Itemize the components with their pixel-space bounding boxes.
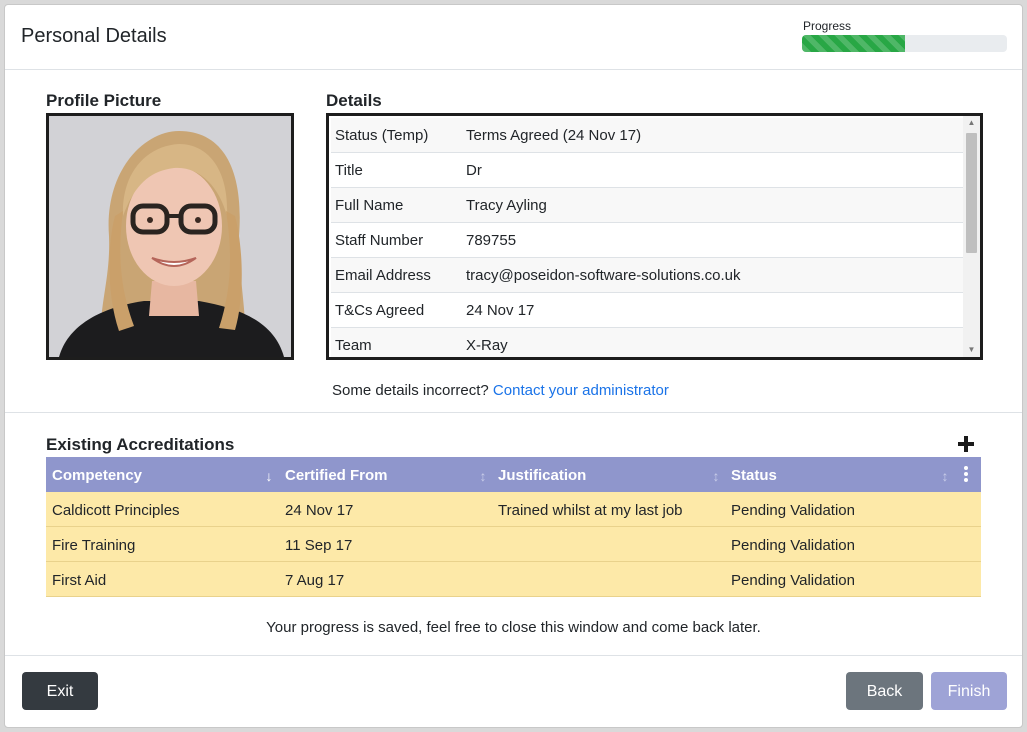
progress-label: Progress: [803, 19, 852, 33]
table-row[interactable]: First Aid 7 Aug 17 Pending Validation: [46, 562, 981, 597]
details-row: T&Cs Agreed 24 Nov 17: [331, 293, 963, 328]
plus-icon[interactable]: [955, 433, 977, 455]
dialog-header: Personal Details Progress: [5, 5, 1022, 70]
sort-icon[interactable]: ↕: [710, 457, 722, 492]
details-row: Full Name Tracy Ayling: [331, 188, 963, 223]
details-value: 789755: [466, 232, 517, 249]
column-header-competency[interactable]: Competency: [52, 457, 142, 492]
cell-competency: Caldicott Principles: [52, 502, 180, 519]
details-label: Staff Number: [335, 232, 424, 249]
contact-administrator-link[interactable]: Contact your administrator: [493, 382, 669, 399]
details-label: Full Name: [335, 197, 404, 214]
column-header-certified-from[interactable]: Certified From: [285, 457, 388, 492]
details-value: Dr: [466, 162, 482, 179]
details-value: Tracy Ayling: [466, 197, 547, 214]
progress-bar-fill: [802, 35, 905, 52]
cell-competency: Fire Training: [52, 537, 136, 554]
scrollbar-thumb[interactable]: [966, 133, 977, 253]
sort-icon[interactable]: ↕: [939, 457, 951, 492]
details-row: Status (Temp) Terms Agreed (24 Nov 17): [331, 118, 963, 153]
scroll-down-arrow-icon[interactable]: ▼: [963, 343, 980, 357]
details-label: Team: [335, 337, 372, 354]
page-title: Personal Details: [21, 25, 167, 47]
details-row: Staff Number 789755: [331, 223, 963, 258]
column-menu-icon[interactable]: [961, 464, 971, 484]
profile-picture-heading: Profile Picture: [46, 91, 162, 110]
table-row[interactable]: Fire Training 11 Sep 17 Pending Validati…: [46, 527, 981, 562]
profile-photo-image: [49, 116, 291, 357]
table-header: Competency ↓ Certified From ↕ Justificat…: [46, 457, 981, 492]
personal-details-dialog: Personal Details Progress Profile Pictur…: [4, 4, 1023, 728]
details-row: Title Dr: [331, 153, 963, 188]
details-help-line: Some details incorrect? Contact your adm…: [332, 382, 669, 399]
footer-divider: [5, 655, 1022, 656]
sort-icon[interactable]: ↕: [477, 457, 489, 492]
details-label: Status (Temp): [335, 127, 429, 144]
details-value: tracy@poseidon-software-solutions.co.uk: [466, 267, 741, 284]
details-value: 24 Nov 17: [466, 302, 535, 319]
cell-status: Pending Validation: [731, 537, 855, 554]
details-row: Email Address tracy@poseidon-software-so…: [331, 258, 963, 293]
column-header-justification[interactable]: Justification: [498, 457, 586, 492]
details-help-text: Some details incorrect?: [332, 382, 489, 399]
profile-picture: [46, 113, 294, 360]
details-heading: Details: [326, 91, 382, 110]
cell-status: Pending Validation: [731, 572, 855, 589]
scroll-up-arrow-icon[interactable]: ▲: [963, 116, 980, 130]
sort-descending-icon[interactable]: ↓: [263, 457, 275, 492]
cell-certified-from: 7 Aug 17: [285, 572, 345, 589]
progress-bar: [802, 35, 1007, 52]
section-divider: [5, 412, 1022, 413]
exit-button[interactable]: Exit: [22, 672, 98, 710]
finish-button[interactable]: Finish: [931, 672, 1007, 710]
details-value: X-Ray: [466, 337, 508, 354]
details-label: Title: [335, 162, 363, 179]
details-panel[interactable]: Status (Temp) Terms Agreed (24 Nov 17) T…: [326, 113, 983, 360]
back-button[interactable]: Back: [846, 672, 923, 710]
cell-competency: First Aid: [52, 572, 107, 589]
details-scrollbar[interactable]: ▲ ▼: [963, 116, 980, 357]
progress-saved-note: Your progress is saved, feel free to clo…: [266, 619, 761, 636]
details-value: Terms Agreed (24 Nov 17): [466, 127, 642, 144]
cell-certified-from: 24 Nov 17: [285, 502, 354, 519]
column-header-status[interactable]: Status: [731, 457, 777, 492]
accreditations-heading: Existing Accreditations: [46, 435, 235, 454]
details-label: Email Address: [335, 267, 431, 284]
cell-justification: Trained whilst at my last job: [498, 502, 683, 519]
cell-status: Pending Validation: [731, 502, 855, 519]
details-row: Team X-Ray: [331, 328, 963, 357]
table-row[interactable]: Caldicott Principles 24 Nov 17 Trained w…: [46, 492, 981, 527]
cell-certified-from: 11 Sep 17: [285, 537, 353, 554]
details-label: T&Cs Agreed: [335, 302, 425, 319]
